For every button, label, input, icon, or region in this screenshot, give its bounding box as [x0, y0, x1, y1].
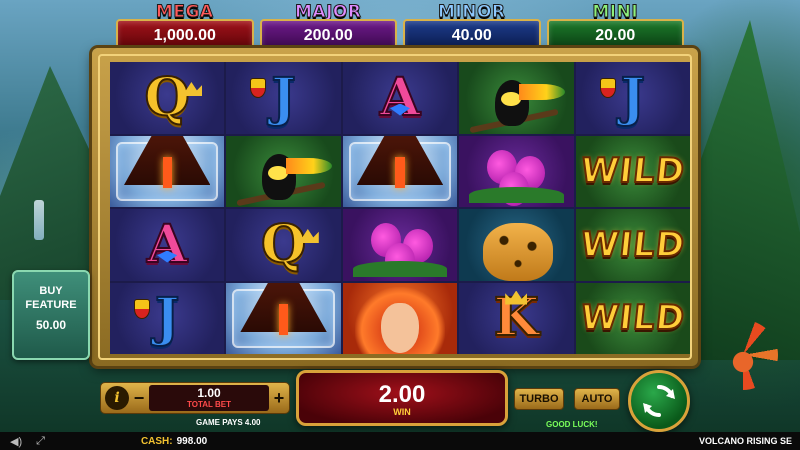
- buy-feature-button[interactable]: BUY FEATURE 50.00: [12, 270, 90, 360]
- letter-q: Q: [260, 213, 307, 275]
- letter-j: J: [620, 66, 647, 128]
- buy-feature-price: 50.00: [35, 318, 67, 332]
- toucan-beak: [519, 84, 566, 100]
- total-bet-value: 1.00: [197, 386, 221, 400]
- bet-panel: i − 1.00 TOTAL BET +: [100, 382, 290, 414]
- lava: [395, 156, 405, 189]
- symbol-wild: WILD: [575, 282, 690, 354]
- status-bar: ◀) ⤢ CASH: 998.00 VOLCANO RISING SE: [0, 432, 800, 450]
- turbo-button[interactable]: TURBO: [514, 388, 564, 410]
- win-display: 2.00 WIN: [296, 370, 508, 426]
- letter-q: Q: [144, 66, 191, 128]
- symbol-j: J: [110, 282, 225, 354]
- cash-value: 998.00: [176, 435, 208, 447]
- symbol-q: Q: [110, 62, 225, 134]
- toucan-chest: [268, 165, 289, 180]
- reel-grid: Q J A J WILD A Q WILD J K WILD: [110, 62, 690, 354]
- win-value: 2.00: [378, 381, 426, 408]
- letter-a: A: [146, 213, 188, 275]
- symbol-a: A: [110, 209, 225, 281]
- symbol-q: Q: [226, 209, 341, 281]
- win-label: WIN: [393, 407, 411, 417]
- symbol-toucan: [226, 135, 341, 207]
- total-bet-label: TOTAL BET: [187, 400, 231, 409]
- speaker-icon[interactable]: ◀): [10, 435, 22, 448]
- good-luck-text: GOOD LUCK!: [546, 420, 598, 429]
- spin-arrows-icon: [643, 385, 675, 417]
- symbol-volcano: [110, 135, 225, 207]
- symbol-a: A: [342, 62, 458, 134]
- lava: [279, 303, 289, 336]
- game-title: VOLCANO RISING SE: [698, 436, 792, 446]
- spin-button[interactable]: [628, 370, 690, 432]
- symbol-volcano: [226, 282, 341, 354]
- buy-feature-label: BUY FEATURE: [25, 285, 77, 311]
- bet-increase-button[interactable]: +: [269, 386, 289, 410]
- symbol-wild: WILD: [575, 209, 690, 281]
- symbol-goddess: [342, 282, 458, 354]
- shield-icon: [134, 298, 150, 319]
- cash-label: CASH:: [140, 435, 173, 447]
- control-bar: i − 1.00 TOTAL BET + 2.00 WIN TURBO AUTO…: [0, 368, 800, 432]
- game-pays-text: GAME PAYS 4.00: [196, 418, 261, 427]
- fullscreen-icon[interactable]: ⤢: [36, 435, 45, 448]
- letter-j: J: [154, 287, 181, 349]
- wild-text: WILD: [578, 150, 688, 192]
- bet-decrease-button[interactable]: −: [129, 386, 149, 410]
- goddess-face: [380, 302, 419, 353]
- symbol-j: J: [575, 62, 690, 134]
- shield-icon: [599, 78, 616, 98]
- info-button[interactable]: i: [105, 386, 129, 410]
- orchid-leaf: [352, 260, 448, 277]
- wild-text: WILD: [578, 224, 688, 266]
- symbol-orchid: [342, 209, 458, 281]
- symbol-volcano: [342, 135, 458, 207]
- letter-a: A: [379, 66, 421, 128]
- letter-j: J: [270, 66, 297, 128]
- symbol-toucan: [459, 62, 574, 134]
- jaguar-head: [483, 223, 554, 281]
- waterfall: [34, 200, 44, 240]
- auto-button[interactable]: AUTO: [574, 388, 620, 410]
- shield-icon: [250, 78, 267, 98]
- lava: [162, 156, 172, 189]
- symbol-orchid: [459, 135, 574, 207]
- orchid-leaf: [469, 187, 564, 203]
- symbol-j: J: [226, 62, 341, 134]
- total-bet-display: 1.00 TOTAL BET: [149, 385, 269, 411]
- symbol-wild: WILD: [575, 135, 690, 207]
- symbol-k: K: [459, 282, 574, 354]
- symbol-jaguar: [459, 209, 574, 281]
- toucan-beak: [286, 157, 333, 174]
- wild-text: WILD: [578, 297, 688, 339]
